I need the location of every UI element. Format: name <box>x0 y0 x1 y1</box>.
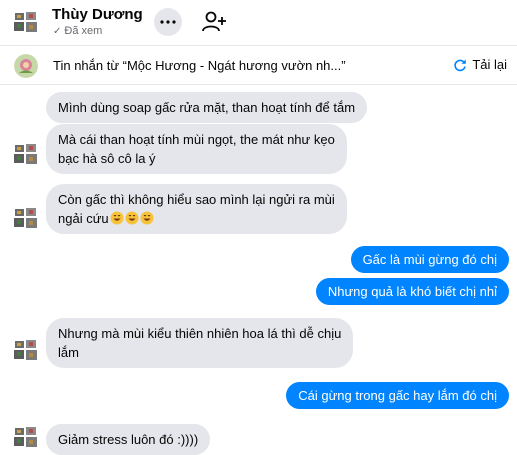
message-text: Giảm stress luôn đó :)))) <box>58 432 199 447</box>
message-bubble[interactable]: Nhưng mà mùi kiểu thiên nhiên hoa lá thì… <box>46 318 354 368</box>
reload-label: Tải lại <box>472 57 507 72</box>
message-bubble[interactable]: Còn gấc thì không hiểu sao mình lại ngửi… <box>46 184 347 234</box>
message-text: Nhưng quả là khó biết chị nhỉ <box>327 284 497 299</box>
message-bubble-sent[interactable]: Nhưng quả là khó biết chị nhỉ <box>315 278 509 305</box>
contact-avatar[interactable] <box>14 10 38 34</box>
message-text-line: Nhưng mà mùi kiểu thiên nhiên hoa lá thì… <box>58 326 342 341</box>
contact-name[interactable]: Thùy Dương <box>52 6 143 23</box>
add-person-icon <box>202 11 226 32</box>
message-text-line: Còn gấc thì không hiểu sao mình lại ngửi… <box>58 192 335 207</box>
message-text: Mình dùng soap gấc rửa mặt, than hoạt tí… <box>58 100 356 115</box>
message-text-line: Mà cái than hoạt tính mùi ngọt, the mát … <box>58 132 335 147</box>
message-text: Gấc là mùi gừng đó chị <box>362 252 497 267</box>
sender-avatar[interactable] <box>14 206 38 230</box>
sender-avatar[interactable] <box>14 142 38 166</box>
message-text: Cái gừng trong gấc hay lắm đó chị <box>298 388 497 403</box>
sender-avatar[interactable] <box>14 338 38 362</box>
check-icon: ✓ <box>53 25 62 37</box>
message-text-line-with-emoji: ngải cứu <box>58 209 335 228</box>
add-person-button[interactable] <box>200 8 228 36</box>
message-thread[interactable]: Mình dùng soap gấc rửa mặt, than hoạt tí… <box>0 86 517 455</box>
more-options-button[interactable] <box>154 8 182 36</box>
message-bubble-sent[interactable]: Gấc là mùi gừng đó chị <box>350 246 509 273</box>
message-text-line: ngải cứu <box>58 211 109 226</box>
more-dots-icon <box>160 20 176 24</box>
source-banner: Tin nhắn từ “Mộc Hương - Ngát hương vườn… <box>0 45 517 85</box>
banner-text: Tin nhắn từ “Mộc Hương - Ngát hương vườn… <box>53 58 346 73</box>
seen-status: ✓ Đã xem <box>53 25 102 37</box>
grin-emoji-icon <box>110 211 124 225</box>
message-bubble[interactable]: Mà cái than hoạt tính mùi ngọt, the mát … <box>46 124 347 174</box>
grin-emoji-icon <box>125 211 139 225</box>
seen-status-label: Đã xem <box>64 25 103 37</box>
message-bubble[interactable]: Mình dùng soap gấc rửa mặt, than hoạt tí… <box>46 92 368 123</box>
page-avatar <box>14 54 38 78</box>
message-text-line: bạc hà sô cô la ý <box>58 151 156 166</box>
chat-header: Thùy Dương ✓ Đã xem <box>0 0 517 44</box>
sender-avatar[interactable] <box>14 425 38 449</box>
message-bubble-sent[interactable]: Cái gừng trong gấc hay lắm đó chị <box>286 382 509 409</box>
message-bubble[interactable]: Giảm stress luôn đó :)))) <box>46 424 211 455</box>
reload-button[interactable]: Tải lại <box>453 57 507 72</box>
grin-emoji-icon <box>140 211 154 225</box>
refresh-icon <box>454 59 467 71</box>
message-text-line: lắm <box>58 345 79 360</box>
